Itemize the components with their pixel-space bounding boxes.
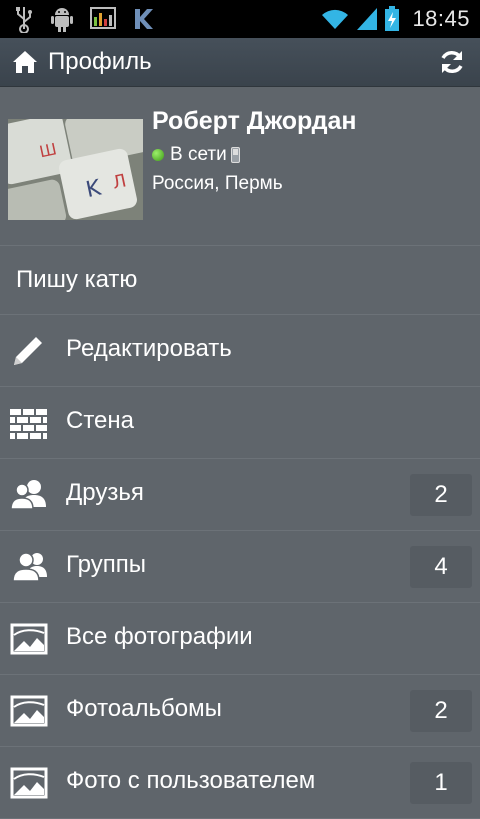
groups-icon [12, 552, 47, 582]
menu-item-photo-albums[interactable]: Фотоальбомы 2 [0, 675, 480, 747]
menu-item-groups[interactable]: Группы 4 [0, 531, 480, 603]
menu-item-wall[interactable]: Стена [0, 387, 480, 459]
profile-menu: Редактировать Стена Друзья 2 Группы 4 Вс… [0, 315, 480, 819]
wall-icon [10, 409, 47, 439]
photos-with-user-icon [10, 767, 48, 799]
wifi-icon [322, 9, 349, 29]
menu-item-label: Фотоальбомы [66, 695, 222, 722]
refresh-icon[interactable] [438, 48, 466, 76]
home-icon[interactable] [12, 50, 38, 74]
count-badge: 4 [410, 546, 472, 588]
count-badge: 1 [410, 762, 472, 804]
status-bar: 18:45 [0, 0, 480, 38]
vk-app-icon [135, 9, 153, 29]
menu-item-all-photos[interactable]: Все фотографии [0, 603, 480, 675]
menu-item-label: Все фотографии [66, 623, 253, 650]
mobile-phone-icon [230, 147, 240, 163]
user-status-line[interactable]: Пишу катю [0, 246, 480, 315]
menu-item-label: Фото с пользователем [66, 767, 316, 794]
monitor-icon [90, 7, 116, 29]
count-badge: 2 [410, 690, 472, 732]
notification-icons [14, 4, 156, 34]
friends-icon [10, 480, 46, 510]
online-dot-icon [152, 149, 164, 161]
online-status: В сети [152, 144, 240, 166]
user-status-text: Пишу катю [16, 266, 138, 293]
page-title: Профиль [48, 48, 152, 75]
profile-header: K Л Ш Роберт Джордан В сети Россия, Перм… [0, 87, 480, 246]
pencil-icon [14, 337, 42, 365]
menu-item-photos-with-user[interactable]: Фото с пользователем 1 [0, 747, 480, 819]
android-debug-icon [51, 8, 73, 32]
action-bar: Профиль [0, 38, 480, 87]
signal-icon [357, 8, 378, 30]
menu-item-label: Редактировать [66, 335, 232, 362]
menu-item-friends[interactable]: Друзья 2 [0, 459, 480, 531]
usb-icon [16, 7, 32, 33]
photos-icon [10, 623, 48, 655]
menu-item-label: Стена [66, 407, 135, 434]
menu-item-edit[interactable]: Редактировать [0, 315, 480, 387]
avatar[interactable]: K Л Ш [8, 119, 143, 220]
count-badge: 2 [410, 474, 472, 516]
menu-item-label: Друзья [66, 479, 144, 506]
system-icons: 18:45 [320, 4, 470, 34]
avatar-image: K Л Ш [8, 119, 143, 220]
online-text: В сети [170, 144, 227, 165]
clock: 18:45 [412, 6, 470, 31]
battery-charging-icon [385, 6, 400, 31]
profile-location: Россия, Пермь [152, 173, 283, 194]
profile-name: Роберт Джордан [152, 107, 357, 135]
menu-item-label: Группы [66, 551, 146, 578]
photo-albums-icon [10, 695, 48, 727]
